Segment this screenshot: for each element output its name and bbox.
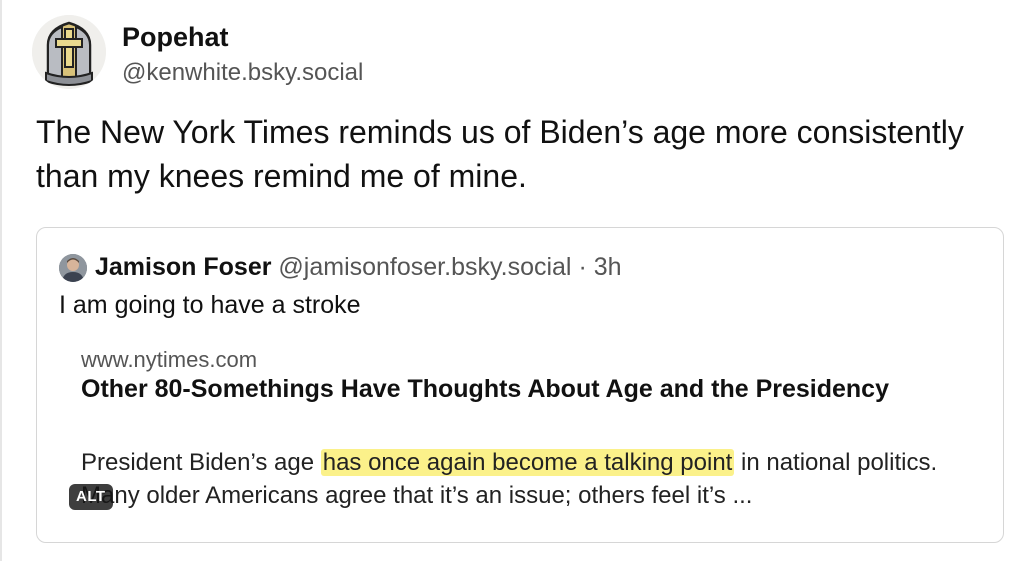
author-handle[interactable]: @kenwhite.bsky.social [122, 58, 363, 88]
post-container: Popehat @kenwhite.bsky.social The New Yo… [0, 0, 1024, 561]
author-name[interactable]: Popehat [122, 20, 229, 54]
quoted-post-header: Jamison Foser @jamisonfoser.bsky.social … [95, 250, 622, 284]
header-separator: · [571, 253, 594, 281]
link-domain: www.nytimes.com [81, 347, 258, 372]
quoted-post-card[interactable]: Jamison Foser @jamisonfoser.bsky.social … [36, 227, 1004, 543]
quoted-author-name[interactable]: Jamison Foser [95, 253, 271, 281]
person-photo-avatar-icon[interactable] [59, 254, 87, 282]
quoted-author-handle[interactable]: @jamisonfoser.bsky.social [278, 253, 571, 281]
link-description: President Biden’s age has once again bec… [81, 446, 981, 512]
alt-text-badge[interactable]: ALT [69, 484, 113, 510]
quoted-post-text: I am going to have a stroke [59, 291, 361, 319]
post-text: The New York Times reminds us of Biden’s… [36, 114, 964, 194]
bishop-mitre-avatar-icon[interactable] [32, 15, 106, 89]
post-timestamp[interactable]: 3h [594, 253, 622, 281]
link-description-start: President Biden’s age [81, 449, 321, 476]
link-title[interactable]: Other 80-Somethings Have Thoughts About … [81, 374, 961, 405]
highlighted-text: has once again become a talking point [320, 449, 735, 476]
